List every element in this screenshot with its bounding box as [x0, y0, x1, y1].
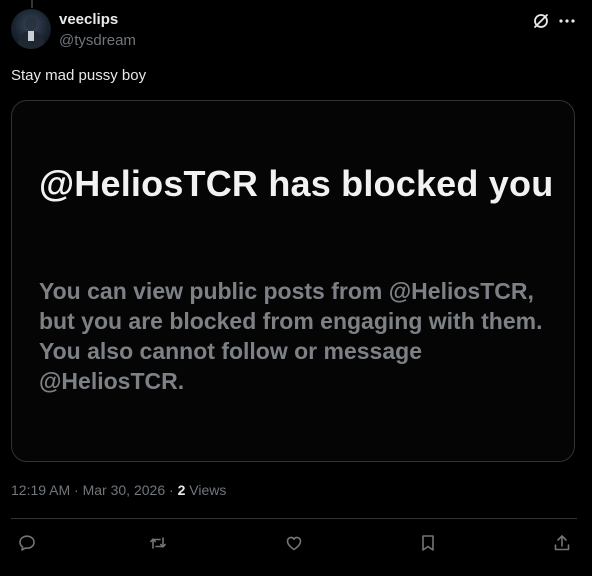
media-body-text: You can view public posts from @HeliosTC…: [39, 278, 543, 394]
avatar-collar: [28, 31, 34, 41]
post-time[interactable]: 12:19 AM: [11, 482, 70, 498]
avatar-head: [25, 17, 37, 30]
grok-icon[interactable]: [531, 11, 551, 31]
author-handle[interactable]: @tysdream: [59, 32, 136, 49]
meta-separator: ·: [70, 482, 83, 498]
thread-connector-line: [31, 0, 33, 8]
repost-icon[interactable]: [148, 533, 168, 553]
media-headline: @HeliosTCR has blocked you: [39, 163, 554, 204]
bookmark-icon[interactable]: [418, 533, 438, 553]
action-bar-divider: [11, 518, 577, 519]
bottom-edge: [0, 570, 592, 576]
media-image[interactable]: @HeliosTCR has blocked you You can view …: [11, 100, 575, 462]
more-icon[interactable]: [557, 11, 577, 31]
post-date[interactable]: Mar 30, 2026: [83, 482, 166, 498]
like-icon[interactable]: [284, 533, 304, 553]
meta-separator: ·: [165, 482, 178, 498]
reply-icon[interactable]: [17, 533, 37, 553]
post-text: Stay mad pussy boy: [11, 67, 147, 84]
avatar[interactable]: [11, 9, 51, 49]
share-icon[interactable]: [552, 533, 572, 553]
post-meta: 12:19 AM · Mar 30, 2026 · 2 Views: [11, 482, 226, 498]
author-display-name[interactable]: veeclips: [59, 11, 118, 28]
views-label: Views: [185, 482, 227, 498]
